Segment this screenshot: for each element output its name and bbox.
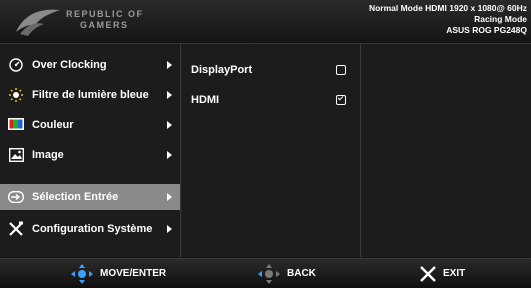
osd-header: REPUBLIC OF GAMERS Normal Mode HDMI 1920… bbox=[0, 0, 531, 44]
chevron-right-icon bbox=[167, 225, 172, 233]
brand-line-1: REPUBLIC OF bbox=[66, 9, 144, 19]
status-model: ASUS ROG PG248Q bbox=[446, 25, 527, 35]
status-game-mode: Racing Mode bbox=[474, 14, 527, 24]
close-icon bbox=[420, 265, 436, 282]
submenu-item-label: HDMI bbox=[191, 94, 220, 106]
osd-menu: REPUBLIC OF GAMERS Normal Mode HDMI 1920… bbox=[0, 0, 531, 288]
chevron-right-icon bbox=[167, 151, 172, 159]
menu-item-label: Filtre de lumière bleue bbox=[32, 89, 149, 101]
detail-panel bbox=[361, 44, 531, 257]
menu-item-label: Image bbox=[32, 149, 64, 161]
menu-item-label: Couleur bbox=[32, 119, 74, 131]
menu-item-blue-light-filter[interactable]: Filtre de lumière bleue bbox=[0, 82, 180, 108]
submenu-item-displayport[interactable]: DisplayPort bbox=[191, 60, 356, 80]
menu-item-input-select[interactable]: Sélection Entrée bbox=[0, 184, 180, 210]
chevron-right-icon bbox=[167, 61, 172, 69]
menu-item-label: Over Clocking bbox=[32, 59, 107, 71]
joystick-left-icon bbox=[258, 263, 280, 284]
move-enter-label: MOVE/ENTER bbox=[100, 268, 167, 279]
joystick-icon bbox=[71, 263, 93, 284]
chevron-right-icon bbox=[167, 193, 172, 201]
menu-item-color[interactable]: Couleur bbox=[0, 112, 180, 138]
chevron-right-icon bbox=[167, 121, 172, 129]
submenu-item-label: DisplayPort bbox=[191, 64, 253, 76]
menu-item-system-setup[interactable]: Configuration Système bbox=[0, 216, 180, 242]
back-button[interactable]: BACK bbox=[257, 259, 316, 288]
exit-label: EXIT bbox=[443, 268, 466, 279]
color-palette-icon bbox=[8, 117, 24, 133]
image-icon bbox=[8, 147, 24, 163]
menu-item-label: Configuration Système bbox=[32, 223, 153, 235]
menu-item-image[interactable]: Image bbox=[0, 142, 180, 168]
move-enter-button[interactable]: MOVE/ENTER bbox=[70, 259, 166, 288]
checkbox-checked-icon bbox=[336, 95, 346, 105]
main-menu-panel: Over Clocking Filtre de lumière bleue Co… bbox=[0, 44, 181, 257]
speedometer-icon bbox=[8, 57, 24, 73]
chevron-right-icon bbox=[167, 91, 172, 99]
input-source-icon bbox=[8, 189, 24, 205]
status-mode-resolution: Normal Mode HDMI 1920 x 1080@ 60Hz bbox=[368, 3, 527, 13]
brand-line-2: GAMERS bbox=[80, 20, 129, 30]
submenu-item-hdmi[interactable]: HDMI bbox=[191, 90, 356, 110]
status-info: Normal Mode HDMI 1920 x 1080@ 60Hz Racin… bbox=[369, 3, 527, 36]
menu-item-label: Sélection Entrée bbox=[32, 191, 119, 203]
light-bulb-icon bbox=[8, 87, 24, 103]
checkbox-unchecked-icon bbox=[336, 65, 346, 75]
tools-icon bbox=[8, 221, 24, 237]
menu-item-over-clocking[interactable]: Over Clocking bbox=[0, 52, 180, 78]
rog-logo: REPUBLIC OF GAMERS bbox=[14, 6, 154, 38]
submenu-panel: DisplayPort HDMI bbox=[181, 44, 361, 257]
osd-footer: MOVE/ENTER BACK EXIT bbox=[0, 258, 531, 288]
back-label: BACK bbox=[287, 268, 316, 279]
exit-button[interactable]: EXIT bbox=[419, 259, 465, 288]
